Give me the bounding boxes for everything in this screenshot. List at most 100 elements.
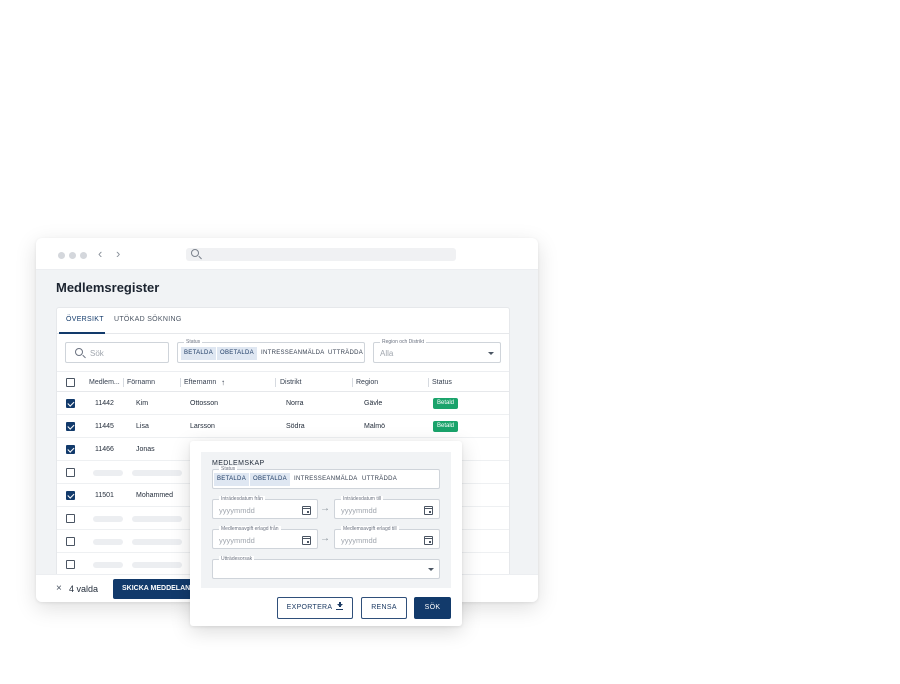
tab-utokad-sokning[interactable]: UTÖKAD SÖKNING <box>114 316 182 323</box>
chip-uttradda[interactable]: UTTRÄDDA <box>359 473 400 486</box>
selected-count: 4 valda <box>69 584 99 594</box>
region-select-value: Alla <box>380 349 394 358</box>
col-efternamn[interactable]: Efternamn <box>184 379 216 386</box>
chip-obetalda[interactable]: OBETALDA <box>217 347 257 360</box>
row-checkbox[interactable] <box>66 468 75 477</box>
row-checkbox[interactable] <box>66 445 75 454</box>
table-row[interactable]: 11442 Kim Ottosson Norra Gävle Betald <box>57 392 509 415</box>
advanced-status-filter: Status BETALDA OBETALDA INTRESSEANMÄLDA … <box>212 466 440 489</box>
field-placeholder: yyyymmdd <box>219 536 255 545</box>
status-badge: Betald <box>433 421 459 432</box>
field-legend: Medlemsavgift erlagd till <box>341 526 399 533</box>
address-bar[interactable] <box>186 248 456 261</box>
close-icon[interactable]: × <box>56 583 62 594</box>
col-status[interactable]: Status <box>432 379 452 386</box>
field-legend: Inträdesdatum från <box>219 496 265 503</box>
search-input[interactable]: Sök <box>65 342 169 363</box>
loading-placeholder <box>93 470 123 476</box>
cell-first-name: Jonas <box>136 446 155 453</box>
table-row[interactable]: 11445 Lisa Larsson Södra Malmö Betald <box>57 415 509 438</box>
export-button[interactable]: EXPORTERA <box>277 597 353 619</box>
column-separator <box>275 378 276 387</box>
loading-placeholder <box>93 562 123 568</box>
row-checkbox[interactable] <box>66 560 75 569</box>
chip-uttradda[interactable]: UTTRÄDDA <box>325 347 366 360</box>
cell-first-name: Kim <box>136 400 149 407</box>
cell-region: Gävle <box>364 400 383 407</box>
status-filter-legend: Status <box>184 339 203 346</box>
membership-section: MEDLEMSKAP Status BETALDA OBETALDA INTRE… <box>201 452 451 588</box>
field-legend: Inträdesdatum till <box>341 496 384 503</box>
tab-bar: ÖVERSIKT UTÖKAD SÖKNING <box>57 308 509 334</box>
join-date-to-field[interactable]: Inträdesdatum till yyyymmdd <box>334 496 440 519</box>
select-all-checkbox[interactable] <box>66 378 75 387</box>
calendar-icon[interactable] <box>424 536 433 545</box>
row-checkbox[interactable] <box>66 537 75 546</box>
export-button-label: EXPORTERA <box>286 604 333 611</box>
row-checkbox[interactable] <box>66 514 75 523</box>
fee-paid-from-field[interactable]: Medlemsavgift erlagd från yyyymmdd <box>212 526 318 549</box>
calendar-icon[interactable] <box>424 506 433 515</box>
search-icon <box>75 348 83 356</box>
cell-district: Norra <box>286 400 304 407</box>
field-placeholder: yyyymmdd <box>341 506 377 515</box>
exit-reason-select[interactable]: Utträdesorsak <box>212 556 440 579</box>
calendar-icon[interactable] <box>302 536 311 545</box>
chip-obetalda[interactable]: OBETALDA <box>250 473 290 486</box>
clear-button[interactable]: RENSA <box>361 597 407 619</box>
chip-intresseanmalda[interactable]: INTRESSEANMÄLDA <box>258 347 328 360</box>
cell-id: 11442 <box>95 400 114 407</box>
window-dot <box>58 252 65 259</box>
row-checkbox[interactable] <box>66 399 75 408</box>
chevron-down-icon <box>428 568 434 571</box>
cell-id: 11466 <box>95 446 114 453</box>
active-tab-indicator <box>59 332 105 334</box>
col-fornamn[interactable]: Förnamn <box>127 379 155 386</box>
field-placeholder: yyyymmdd <box>219 506 255 515</box>
field-placeholder: yyyymmdd <box>341 536 377 545</box>
search-button[interactable]: SÖK <box>414 597 451 619</box>
arrow-right-icon: → <box>320 503 330 514</box>
chip-intresseanmalda[interactable]: INTRESSEANMÄLDA <box>291 473 361 486</box>
chip-betalda[interactable]: BETALDA <box>181 347 216 360</box>
column-separator <box>428 378 429 387</box>
cell-id: 11445 <box>95 423 114 430</box>
region-select[interactable]: Region och Distrikt Alla <box>373 339 501 363</box>
loading-placeholder <box>132 562 182 568</box>
loading-placeholder <box>132 516 182 522</box>
download-icon <box>336 602 344 611</box>
window-dot <box>69 252 76 259</box>
chip-betalda[interactable]: BETALDA <box>214 473 249 486</box>
cell-first-name: Lisa <box>136 423 149 430</box>
search-placeholder: Sök <box>90 349 104 358</box>
col-region[interactable]: Region <box>356 379 378 386</box>
table-header: Medlem... Förnamn Efternamn ↑ Distrikt R… <box>57 371 509 392</box>
status-badge: Betald <box>433 398 459 409</box>
calendar-icon[interactable] <box>302 506 311 515</box>
column-separator <box>180 378 181 387</box>
cell-last-name: Ottosson <box>190 400 219 407</box>
join-date-from-field[interactable]: Inträdesdatum från yyyymmdd <box>212 496 318 519</box>
forward-icon[interactable]: › <box>116 247 120 261</box>
arrow-up-icon[interactable]: ↑ <box>221 378 225 387</box>
row-checkbox[interactable] <box>66 491 75 500</box>
cell-district: Södra <box>286 423 305 430</box>
loading-placeholder <box>132 539 182 545</box>
loading-placeholder <box>93 539 123 545</box>
search-icon <box>191 249 199 257</box>
advanced-status-legend: Status <box>219 466 238 473</box>
fee-paid-to-field[interactable]: Medlemsavgift erlagd till yyyymmdd <box>334 526 440 549</box>
chevron-down-icon <box>488 352 494 355</box>
cell-region: Malmö <box>364 423 386 430</box>
page-title: Medlemsregister <box>56 280 160 295</box>
back-icon[interactable]: ‹ <box>98 247 102 261</box>
loading-placeholder <box>93 516 123 522</box>
browser-toolbar: ‹ › <box>36 238 538 270</box>
col-medlemsnummer[interactable]: Medlem... <box>89 379 120 386</box>
field-legend: Medlemsavgift erlagd från <box>219 526 281 533</box>
window-dot <box>80 252 87 259</box>
tab-oversikt[interactable]: ÖVERSIKT <box>66 316 104 323</box>
col-distrikt[interactable]: Distrikt <box>280 379 301 386</box>
advanced-search-popover: MEDLEMSKAP Status BETALDA OBETALDA INTRE… <box>190 441 462 626</box>
row-checkbox[interactable] <box>66 422 75 431</box>
